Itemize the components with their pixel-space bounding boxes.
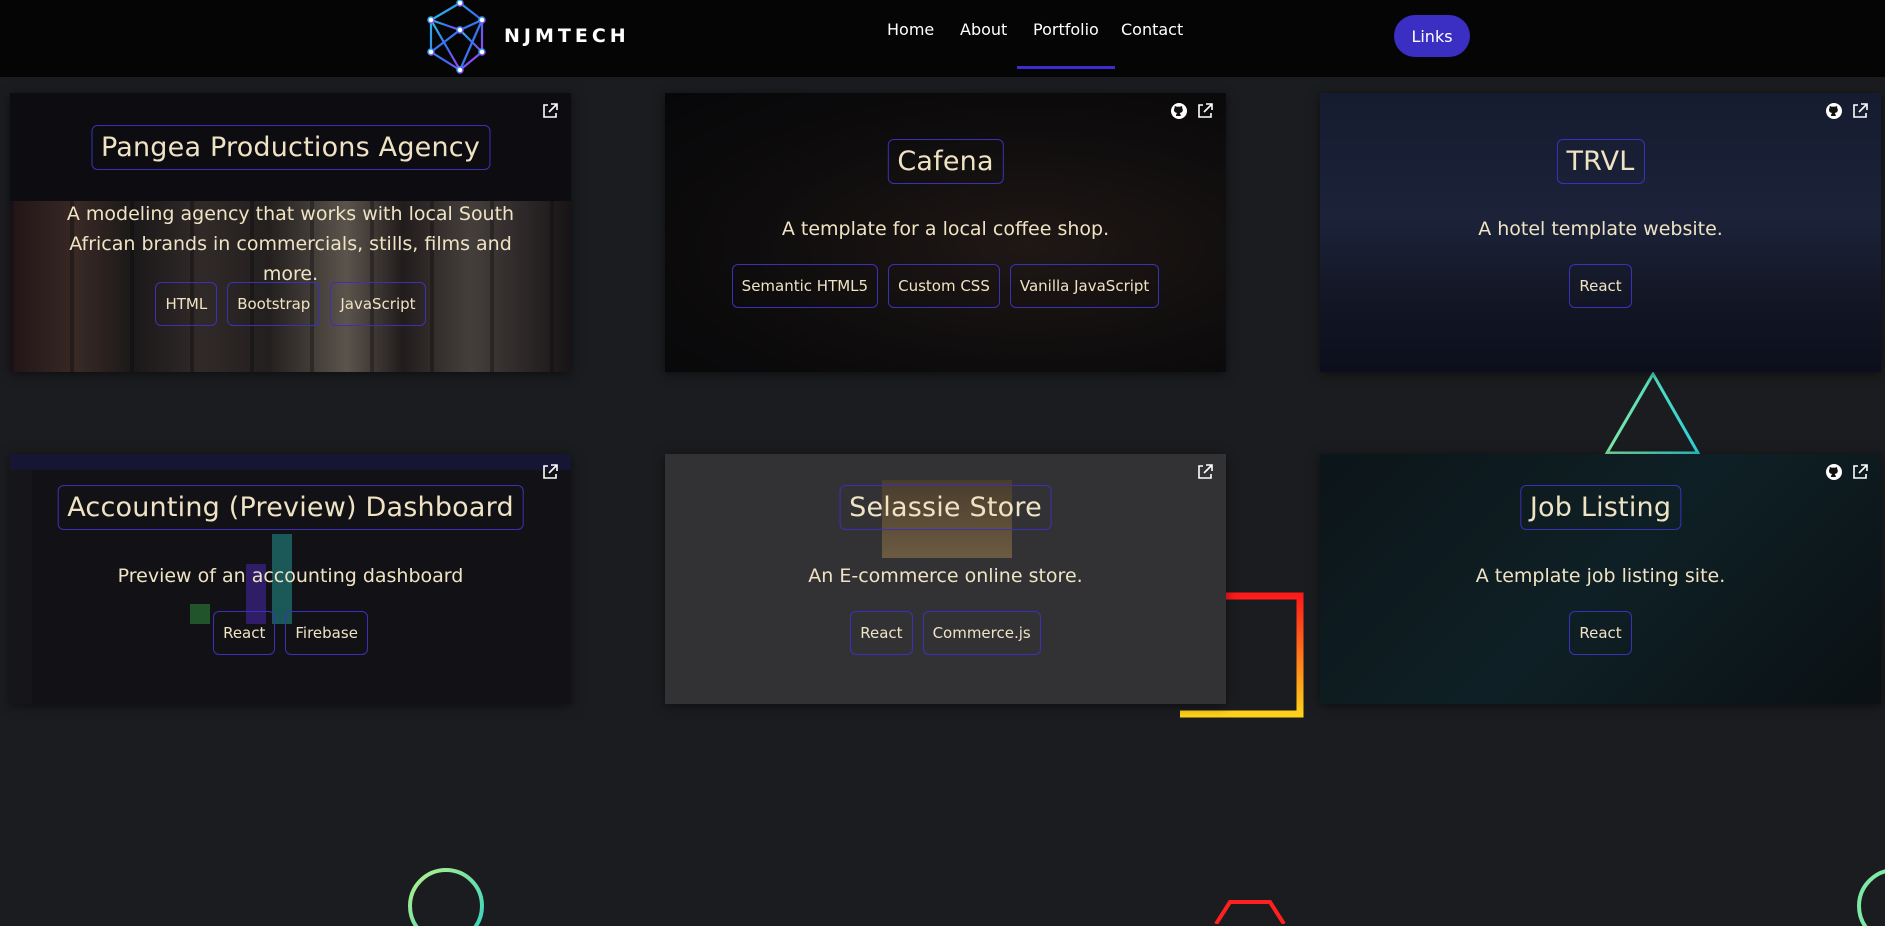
project-description: A hotel template website. bbox=[1478, 218, 1723, 240]
tech-tags: Semantic HTML5 Custom CSS Vanilla JavaSc… bbox=[665, 264, 1226, 308]
circle-shape-icon bbox=[408, 868, 484, 926]
circle-shape-icon bbox=[1857, 869, 1885, 926]
external-link-icon[interactable] bbox=[1196, 463, 1214, 481]
tech-tag: Commerce.js bbox=[922, 611, 1041, 655]
hexagon-shape-icon bbox=[1214, 900, 1286, 924]
tech-tag: React bbox=[1569, 264, 1632, 308]
project-title: Pangea Productions Agency bbox=[90, 125, 491, 170]
card-icons bbox=[1196, 463, 1214, 481]
project-card-pangea[interactable]: Pangea Productions Agency A modeling age… bbox=[10, 93, 571, 372]
github-icon[interactable] bbox=[1170, 102, 1188, 120]
brand-logo-link[interactable]: NJMTECH bbox=[422, 0, 626, 74]
tech-tag: Custom CSS bbox=[888, 264, 1000, 308]
tech-tags: React bbox=[1320, 611, 1881, 655]
project-card-trvl[interactable]: TRVL A hotel template website. React bbox=[1320, 93, 1881, 372]
tech-tags: HTML Bootstrap JavaScript bbox=[10, 282, 571, 326]
tech-tag: JavaScript bbox=[330, 282, 426, 326]
nav-link-contact[interactable]: Contact bbox=[1121, 20, 1183, 39]
card-icons bbox=[1170, 102, 1214, 120]
project-card-job-listing[interactable]: Job Listing A template job listing site.… bbox=[1320, 454, 1881, 704]
nav-link-about[interactable]: About bbox=[960, 20, 1007, 39]
project-card-accounting[interactable]: Accounting (Preview) Dashboard Preview o… bbox=[10, 454, 571, 704]
nav-link-portfolio[interactable]: Portfolio bbox=[1017, 20, 1115, 69]
tech-tag: React bbox=[213, 611, 276, 655]
project-title: Job Listing bbox=[1519, 485, 1682, 530]
tech-tags: React bbox=[1320, 264, 1881, 308]
tech-tag: Vanilla JavaScript bbox=[1009, 264, 1160, 308]
triangle-shape-icon bbox=[1604, 370, 1701, 455]
project-description: A modeling agency that works with local … bbox=[66, 203, 515, 285]
project-title: Accounting (Preview) Dashboard bbox=[57, 485, 524, 530]
project-description: Preview of an accounting dashboard bbox=[117, 565, 464, 587]
github-icon[interactable] bbox=[1825, 102, 1843, 120]
external-link-icon[interactable] bbox=[1851, 102, 1869, 120]
project-description: A template for a local coffee shop. bbox=[781, 218, 1110, 240]
card-icons bbox=[541, 463, 559, 481]
external-link-icon[interactable] bbox=[1851, 463, 1869, 481]
tech-tag: Semantic HTML5 bbox=[731, 264, 879, 308]
tech-tags: React Commerce.js bbox=[665, 611, 1226, 655]
brand-name: NJMTECH bbox=[504, 25, 630, 47]
tech-tag: React bbox=[850, 611, 913, 655]
card-icons bbox=[1825, 463, 1869, 481]
card-icons bbox=[541, 102, 559, 120]
card-icons bbox=[1825, 102, 1869, 120]
project-title: Cafena bbox=[887, 139, 1004, 184]
navbar: NJMTECH Home About Portfolio Contact Lin… bbox=[0, 0, 1885, 77]
external-link-icon[interactable] bbox=[541, 463, 559, 481]
external-link-icon[interactable] bbox=[541, 102, 559, 120]
tech-tags: React Firebase bbox=[10, 611, 571, 655]
nav-link-home[interactable]: Home bbox=[887, 20, 934, 39]
brand-logo-icon bbox=[427, 0, 486, 74]
project-description: An E-commerce online store. bbox=[808, 565, 1083, 587]
tech-tag: HTML bbox=[155, 282, 218, 326]
external-link-icon[interactable] bbox=[1196, 102, 1214, 120]
project-title: TRVL bbox=[1556, 139, 1645, 184]
project-card-selassie[interactable]: Selassie Store An E-commerce online stor… bbox=[665, 454, 1226, 704]
project-card-cafena[interactable]: Cafena A template for a local coffee sho… bbox=[665, 93, 1226, 372]
project-description: A template job listing site. bbox=[1475, 565, 1726, 587]
links-button[interactable]: Links bbox=[1394, 15, 1470, 57]
github-icon[interactable] bbox=[1825, 463, 1843, 481]
project-title: Selassie Store bbox=[839, 485, 1052, 530]
tech-tag: Bootstrap bbox=[227, 282, 321, 326]
tech-tag: React bbox=[1569, 611, 1632, 655]
tech-tag: Firebase bbox=[285, 611, 368, 655]
